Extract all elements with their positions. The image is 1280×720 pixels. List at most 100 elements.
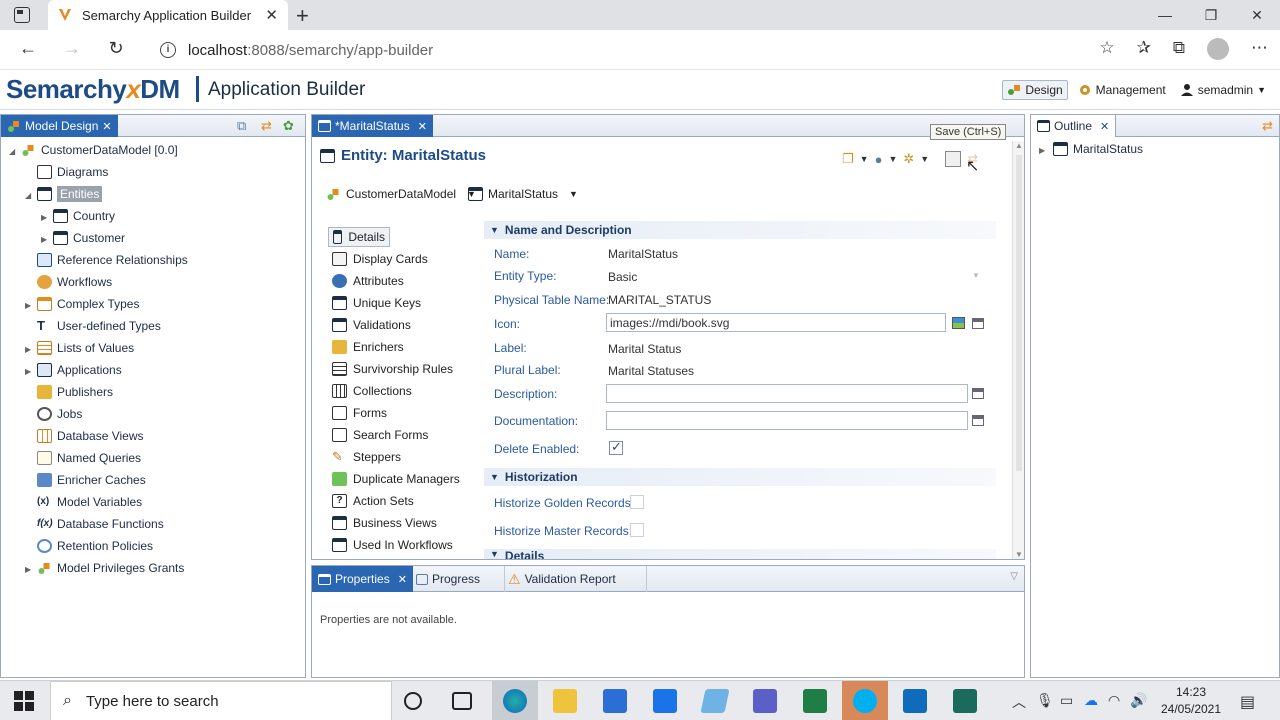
management-button[interactable]: Management (1074, 81, 1170, 99)
nav-steppers[interactable]: ✎ Steppers (332, 447, 401, 467)
onedrive-icon[interactable]: ☁ (1084, 692, 1098, 709)
section-name-description[interactable]: ▼ Name and Description (484, 221, 996, 239)
chevron-down-icon[interactable]: ▼ (972, 271, 980, 280)
user-menu[interactable]: semadmin ▼ (1176, 81, 1270, 99)
restore-icon[interactable]: ❐ (1188, 0, 1234, 30)
cortana-icon[interactable] (404, 692, 422, 710)
description-input[interactable] (606, 384, 968, 403)
expanded-twisty-icon[interactable]: ◢ (25, 191, 31, 200)
collections-icon[interactable]: ⧉ (1173, 38, 1185, 60)
taskbar-time[interactable]: 14:23 (1154, 685, 1228, 699)
taskbar-date[interactable]: 24/05/2021 (1154, 702, 1228, 716)
tree-root[interactable]: CustomerDataModel [0.0] (21, 141, 178, 159)
volume-icon[interactable]: 🔊 (1130, 692, 1147, 709)
add-favorite-icon[interactable]: ☆ (1099, 38, 1114, 60)
open-editor-icon[interactable] (972, 415, 984, 426)
close-icon[interactable]: ✕ (418, 120, 427, 133)
tab-model-design[interactable]: Model Design ✕ (1, 115, 118, 137)
collapsed-twisty-icon[interactable]: ▶ (25, 367, 31, 376)
nav-action-sets[interactable]: ? Action Sets (332, 491, 414, 511)
back-icon[interactable]: ← (16, 38, 40, 59)
tree-item-lists-of-values[interactable]: Lists of Values (37, 339, 134, 357)
documentation-input[interactable] (606, 411, 968, 430)
tab-progress[interactable]: Progress (410, 566, 506, 592)
section-historization[interactable]: ▼ Historization (484, 468, 996, 486)
app-window-icon[interactable] (953, 689, 977, 713)
editor-scrollbar[interactable]: ▲ ▼ (1012, 141, 1024, 559)
tree-item-database-functions[interactable]: f(x) Database Functions (37, 515, 164, 533)
chevron-down-icon[interactable]: ▼ (860, 154, 869, 164)
close-icon[interactable]: ✕ (398, 573, 407, 586)
actions-icon[interactable]: ● (875, 152, 883, 167)
browser-tab[interactable]: Semarchy Application Builder ✕ (48, 0, 288, 30)
section-details[interactable]: ▼ Details (484, 549, 996, 559)
historize-master-checkbox[interactable] (630, 523, 644, 537)
task-view-icon[interactable] (452, 692, 472, 710)
nav-forms[interactable]: Forms (332, 403, 387, 423)
windows-start-icon[interactable] (14, 691, 34, 711)
more-icon[interactable]: ⋯ (1251, 38, 1268, 60)
historize-golden-checkbox[interactable] (630, 495, 644, 509)
tab-outline[interactable]: Outline ✕ (1031, 115, 1117, 137)
mail-icon[interactable] (653, 689, 677, 713)
close-icon[interactable]: ✕ (102, 120, 111, 133)
taskbar-search[interactable]: ⌕ Type here to search (50, 681, 392, 720)
physical-table-value[interactable]: MARITAL_STATUS (608, 293, 711, 307)
icon-input[interactable]: images://mdi/book.svg (606, 313, 946, 332)
tree-item-entities[interactable]: Entities (37, 185, 103, 203)
plural-label-value[interactable]: Marital Statuses (608, 364, 694, 378)
profile-avatar[interactable] (1207, 38, 1229, 60)
scroll-thumb[interactable] (1016, 155, 1022, 471)
wifi-icon[interactable]: ◠ (1108, 692, 1120, 709)
tab-validation-report[interactable]: ⚠ Validation Report (502, 566, 647, 592)
collapsed-twisty-icon[interactable]: ▶ (41, 235, 47, 244)
tab-marital-status-editor[interactable]: *MaritalStatus ✕ (312, 115, 433, 137)
scroll-up-icon[interactable]: ▲ (1015, 141, 1023, 150)
breadcrumb-entity[interactable]: MaritalStatus ▼ (468, 187, 578, 201)
url-field[interactable]: i localhost :8088/semarchy/app-builder (148, 35, 1098, 65)
notes-icon[interactable] (700, 689, 730, 713)
battery-icon[interactable]: ▭ (1060, 692, 1073, 709)
save-icon[interactable] (945, 151, 962, 167)
nav-search-forms[interactable]: Search Forms (332, 425, 428, 445)
tree-item-publishers[interactable]: Publishers (37, 383, 113, 401)
validate-icon[interactable]: ✿ (283, 118, 294, 134)
tree-item-diagrams[interactable]: Diagrams (37, 163, 108, 181)
tree-item-customer[interactable]: Customer (53, 229, 125, 247)
chevron-down-icon[interactable]: ▼ (920, 154, 929, 164)
tab-properties[interactable]: Properties ✕ (312, 566, 413, 592)
tree-item-named-queries[interactable]: Named Queries (37, 449, 141, 467)
refresh-icon[interactable]: ↻ (104, 38, 128, 59)
nav-duplicate-managers[interactable]: Duplicate Managers (332, 469, 460, 489)
label-value[interactable]: Marital Status (608, 342, 681, 356)
image-picker-icon[interactable] (952, 317, 965, 329)
scroll-down-icon[interactable]: ▼ (1015, 550, 1023, 559)
chevron-down-icon[interactable]: ▼ (569, 189, 578, 199)
nav-business-views[interactable]: Business Views (332, 513, 437, 533)
tree-item-enricher-caches[interactable]: Enricher Caches (37, 471, 146, 489)
info-icon[interactable]: i (160, 42, 176, 58)
nav-attributes[interactable]: Attributes (332, 271, 404, 291)
forward-icon[interactable]: → (60, 38, 84, 59)
tree-item-jobs[interactable]: Jobs (37, 405, 82, 423)
tree-item-model-variables[interactable]: (x) Model Variables (37, 493, 142, 511)
entity-type-select[interactable]: Basic (608, 270, 637, 284)
tree-item-complex-types[interactable]: Complex Types (37, 295, 139, 313)
view-menu-icon[interactable]: ▽ (1010, 571, 1018, 582)
tree-item-user-defined-types[interactable]: T User-defined Types (37, 317, 161, 335)
tree-item-applications[interactable]: Applications (37, 361, 122, 379)
new-tab-icon[interactable]: + (296, 3, 309, 29)
tree-item-retention-policies[interactable]: Retention Policies (37, 537, 153, 555)
nav-survivorship-rules[interactable]: Survivorship Rules (332, 359, 453, 379)
favorites-icon[interactable]: ✰ (1137, 38, 1151, 60)
tree-item-reference-relationships[interactable]: Reference Relationships (37, 251, 188, 269)
teams-icon[interactable] (753, 689, 777, 713)
design-button[interactable]: Design (1002, 80, 1068, 100)
collapsed-twisty-icon[interactable]: ▶ (25, 301, 31, 310)
tab-actions-icon[interactable] (14, 7, 30, 23)
delete-enabled-checkbox[interactable] (609, 439, 623, 455)
collapse-all-icon[interactable]: ⧉ (237, 118, 246, 134)
nav-validations[interactable]: Validations (332, 315, 411, 335)
open-editor-icon[interactable] (972, 388, 984, 399)
outline-item-marital-status[interactable]: MaritalStatus (1053, 140, 1143, 158)
